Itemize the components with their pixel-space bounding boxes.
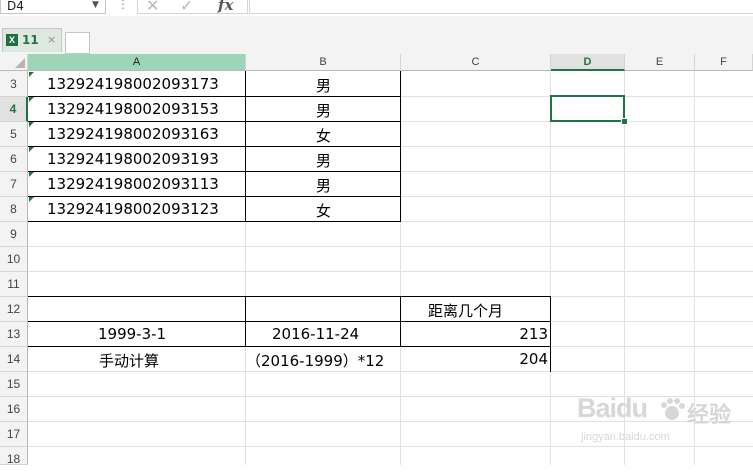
gridline xyxy=(28,246,753,247)
column-header-c[interactable]: C xyxy=(401,54,551,71)
cell-b14[interactable]: （2016-1999）*12 xyxy=(246,350,400,371)
active-cell-selection[interactable] xyxy=(550,95,625,122)
column-header-f[interactable]: F xyxy=(695,54,753,71)
cell-b13[interactable]: 2016-11-24 xyxy=(272,325,359,343)
more-options-icon: ⋮ xyxy=(117,0,129,11)
watermark-brand: Baidu xyxy=(577,393,648,423)
document-tab-label: 11 xyxy=(22,33,39,47)
row-header-3[interactable]: 3 xyxy=(0,71,28,97)
error-indicator-icon[interactable] xyxy=(29,172,34,177)
row-header-6[interactable]: 6 xyxy=(0,147,28,172)
gridline xyxy=(28,371,753,372)
row-header-10[interactable]: 10 xyxy=(0,247,28,272)
error-indicator-icon[interactable] xyxy=(29,72,34,77)
cell-c13[interactable]: 213 xyxy=(400,325,548,343)
close-icon[interactable]: × xyxy=(47,33,56,46)
watermark-brand-cn: 经验 xyxy=(687,403,732,428)
cell-border xyxy=(28,221,401,222)
cell-a8[interactable]: 132924198002093123 xyxy=(47,200,219,218)
cell-border xyxy=(245,71,246,222)
new-tab-button[interactable] xyxy=(65,32,90,54)
row-header-18[interactable]: 18 xyxy=(0,447,28,466)
cell-border xyxy=(28,171,401,172)
error-indicator-icon[interactable] xyxy=(29,147,34,152)
cell-a7[interactable]: 132924198002093113 xyxy=(47,175,219,193)
cell-c12[interactable]: 距离几个月 xyxy=(428,300,503,321)
cell-b8[interactable]: 女 xyxy=(316,200,331,221)
row-header-17[interactable]: 17 xyxy=(0,422,28,447)
row-header-7[interactable]: 7 xyxy=(0,172,28,197)
column-header-d[interactable]: D xyxy=(551,54,625,71)
formula-input[interactable] xyxy=(249,0,753,14)
row-header-16[interactable]: 16 xyxy=(0,397,28,422)
row-header-11[interactable]: 11 xyxy=(0,272,28,297)
cell-b7[interactable]: 男 xyxy=(316,175,331,196)
cell-a6[interactable]: 132924198002093193 xyxy=(47,150,219,168)
paw-icon xyxy=(661,398,685,420)
fill-handle[interactable] xyxy=(621,118,628,125)
column-header-b[interactable]: B xyxy=(246,54,401,71)
cell-b3[interactable]: 男 xyxy=(316,75,331,96)
spreadsheet-file-icon: X xyxy=(6,34,18,46)
row-header-12[interactable]: 12 xyxy=(0,297,28,322)
cell-border xyxy=(550,296,551,372)
cell-b5[interactable]: 女 xyxy=(316,125,331,146)
cell-border xyxy=(28,96,401,97)
cell-border xyxy=(400,71,401,222)
insert-function-icon[interactable]: fx xyxy=(218,0,233,14)
row-header-5[interactable]: 5 xyxy=(0,122,28,147)
watermark-url: jingyan.baidu.com xyxy=(581,431,670,443)
cell-a13[interactable]: 1999-3-1 xyxy=(98,325,166,343)
column-header-a[interactable]: A xyxy=(28,54,246,71)
cell-border xyxy=(28,296,551,297)
cell-border xyxy=(28,121,401,122)
cell-border xyxy=(28,146,401,147)
cell-border xyxy=(28,196,401,197)
row-header-14[interactable]: 14 xyxy=(0,347,28,372)
chevron-down-icon[interactable]: ▼ xyxy=(92,0,99,10)
cell-border xyxy=(245,296,246,347)
error-indicator-icon[interactable] xyxy=(29,122,34,127)
select-all-triangle-icon xyxy=(15,58,25,68)
cell-b4[interactable]: 男 xyxy=(316,100,331,121)
cell-a3[interactable]: 132924198002093173 xyxy=(47,75,219,93)
cell-b6[interactable]: 男 xyxy=(316,150,331,171)
baidu-watermark: Baidu 经验 jingyan.baidu.com xyxy=(577,393,747,453)
gridline xyxy=(28,271,753,272)
row-header-13[interactable]: 13 xyxy=(0,322,28,347)
row-header-8[interactable]: 8 xyxy=(0,197,28,222)
document-tab-strip xyxy=(0,16,753,54)
cell-a4[interactable]: 132924198002093153 xyxy=(47,100,219,118)
cell-border xyxy=(28,321,551,322)
row-header-4[interactable]: 4 xyxy=(0,97,28,122)
column-header-e[interactable]: E xyxy=(625,54,695,71)
name-box[interactable]: D4 xyxy=(0,0,106,14)
cancel-icon[interactable]: ✕ xyxy=(146,0,159,15)
cell-c14[interactable]: 204 xyxy=(400,350,548,368)
cell-border xyxy=(28,346,551,347)
gridline xyxy=(550,71,551,465)
row-header-9[interactable]: 9 xyxy=(0,222,28,247)
error-indicator-icon[interactable] xyxy=(29,97,34,102)
row-header-15[interactable]: 15 xyxy=(0,372,28,397)
error-indicator-icon[interactable] xyxy=(29,197,34,202)
cell-a5[interactable]: 132924198002093163 xyxy=(47,125,219,143)
enter-check-icon[interactable]: ✓ xyxy=(180,0,193,15)
cell-a14[interactable]: 手动计算 xyxy=(99,350,159,371)
